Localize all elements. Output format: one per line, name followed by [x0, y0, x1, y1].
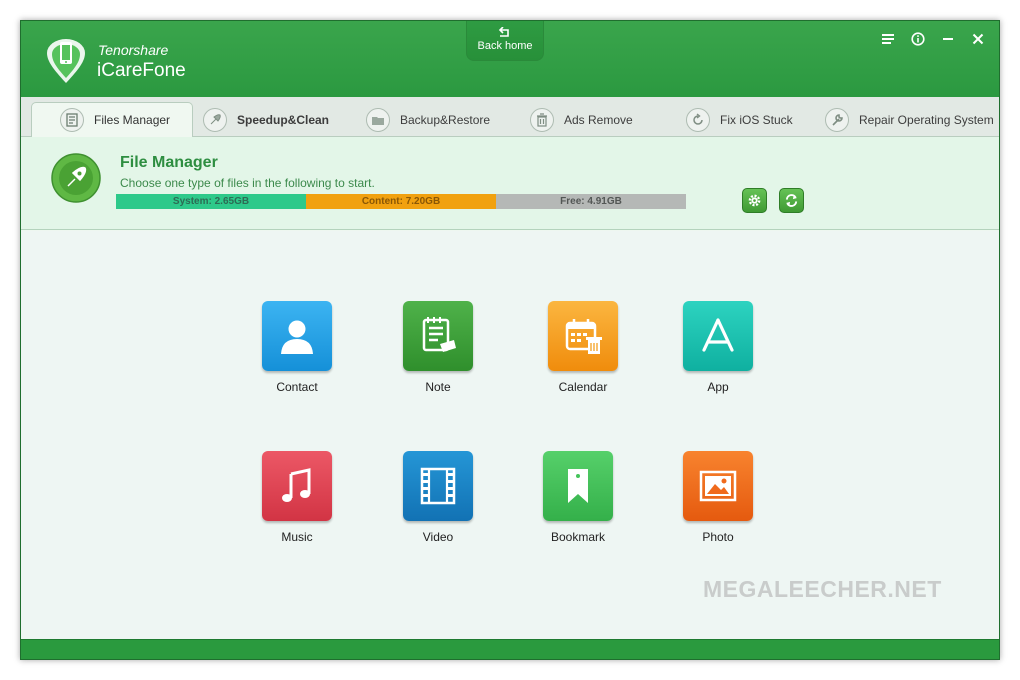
storage-content-segment: Content: 7.20GB [306, 194, 496, 209]
tile-photo[interactable]: Photo [663, 451, 773, 551]
tab-bar: Files Manager Speedup&Clean Backup&Resto… [21, 97, 999, 138]
photo-icon [683, 451, 753, 521]
tile-bookmark-label: Bookmark [550, 530, 606, 544]
calendar-icon [548, 301, 618, 371]
tile-music-label: Music [281, 530, 313, 544]
tile-photo-label: Photo [702, 530, 734, 544]
ads-remove-icon [530, 108, 554, 132]
tile-contact[interactable]: Contact [242, 301, 352, 401]
tile-video[interactable]: Video [383, 451, 493, 551]
video-icon [403, 451, 473, 521]
tile-calendar-label: Calendar [558, 380, 608, 394]
tab-fix-ios-stuck[interactable]: Fix iOS Stuck [686, 103, 793, 137]
rocket-icon [203, 108, 227, 132]
tile-note-label: Note [425, 380, 451, 394]
app-name: iCareFone [97, 60, 186, 81]
menu-icon [882, 34, 894, 44]
tile-app[interactable]: App [663, 301, 773, 401]
storage-free-segment: Free: 4.91GB [496, 194, 686, 209]
file-manager-header: File Manager Choose one type of files in… [21, 137, 999, 230]
tab-backup-restore-label: Backup&Restore [400, 113, 491, 127]
back-home-label: Back home [477, 40, 533, 52]
settings-button[interactable] [742, 188, 767, 213]
storage-bar: System: 2.65GB Content: 7.20GB Free: 4.9… [116, 194, 686, 209]
tab-ads-remove-label: Ads Remove [564, 113, 633, 127]
tile-note[interactable]: Note [383, 301, 493, 401]
close-button[interactable] [965, 29, 991, 49]
tab-speedup-clean[interactable]: Speedup&Clean [203, 103, 329, 137]
brand-tagline: Tenorshare [98, 42, 169, 58]
file-type-grid: Contact Note Calendar App Music Video Bo… [21, 231, 999, 639]
tile-bookmark[interactable]: Bookmark [523, 451, 633, 551]
gear-icon [748, 194, 761, 207]
info-icon [911, 32, 925, 46]
minimize-icon [943, 38, 953, 40]
title-bar: Tenorshare iCareFone Back home [21, 21, 999, 97]
page-subtitle: Choose one type of files in the followin… [120, 176, 375, 190]
tab-repair-operating-system-label: Repair Operating System [859, 113, 994, 127]
app-store-icon [683, 301, 753, 371]
window-controls [875, 29, 991, 49]
tab-ads-remove[interactable]: Ads Remove [530, 103, 633, 137]
close-icon [972, 33, 984, 45]
watermark-text: MEGALEECHER.NET [703, 576, 942, 602]
tab-files-manager[interactable]: Files Manager [31, 102, 194, 138]
tile-calendar[interactable]: Calendar [528, 301, 638, 401]
phone-logo-icon [47, 39, 85, 83]
refresh-button[interactable] [779, 188, 804, 213]
contact-icon [262, 301, 332, 371]
bookmark-icon [543, 451, 613, 521]
tab-files-manager-label: Files Manager [94, 113, 171, 127]
app-window: Tenorshare iCareFone Back home Files Man… [20, 20, 1000, 660]
info-button[interactable] [905, 29, 931, 49]
tab-repair-operating-system[interactable]: Repair Operating System [825, 103, 994, 137]
tab-speedup-clean-label: Speedup&Clean [237, 113, 330, 127]
menu-button[interactable] [875, 29, 901, 49]
return-icon [498, 27, 509, 37]
fix-icon [686, 108, 710, 132]
status-bar [21, 639, 999, 659]
wrench-icon [825, 108, 849, 132]
tab-fix-ios-stuck-label: Fix iOS Stuck [720, 113, 793, 127]
music-icon [262, 451, 332, 521]
backup-icon [366, 108, 390, 132]
tile-video-label: Video [422, 530, 454, 544]
tab-backup-restore[interactable]: Backup&Restore [366, 103, 490, 137]
file-manager-rocket-icon [51, 153, 101, 203]
files-manager-icon [60, 108, 84, 132]
tile-music[interactable]: Music [242, 451, 352, 551]
page-title: File Manager [120, 154, 218, 171]
tile-contact-label: Contact [276, 380, 318, 394]
minimize-button[interactable] [935, 29, 961, 49]
tile-app-label: App [707, 380, 729, 394]
back-home-button[interactable]: Back home [466, 21, 544, 61]
storage-system-segment: System: 2.65GB [116, 194, 306, 209]
refresh-icon [785, 194, 798, 207]
note-icon [403, 301, 473, 371]
